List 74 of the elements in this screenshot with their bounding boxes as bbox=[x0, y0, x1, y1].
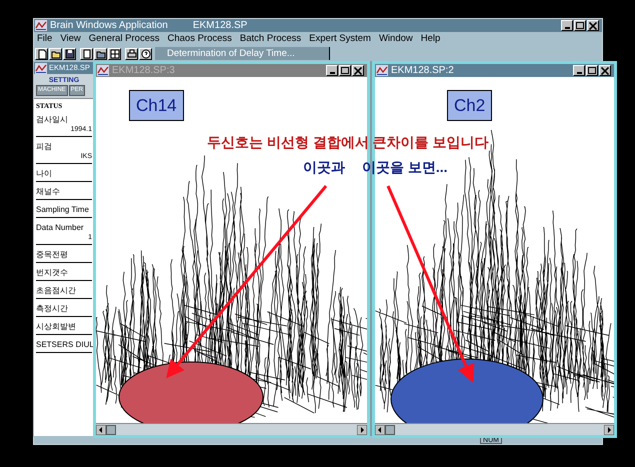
maximize-button[interactable] bbox=[586, 65, 598, 76]
toolbar-button[interactable] bbox=[35, 48, 48, 60]
horizontal-scrollbar[interactable] bbox=[375, 423, 614, 435]
menu-item[interactable]: Chaos Process bbox=[168, 34, 232, 44]
toolbar-button[interactable] bbox=[108, 48, 121, 60]
save-icon bbox=[64, 48, 74, 58]
window-title: EKM128.SP:2 bbox=[391, 66, 454, 76]
annotation-note: 이곳을 보면... bbox=[362, 160, 448, 174]
close-button[interactable] bbox=[587, 20, 599, 31]
window-icon bbox=[35, 62, 47, 74]
channel-label: Ch2 bbox=[447, 90, 492, 121]
window-icon bbox=[97, 65, 109, 76]
minimize-button[interactable] bbox=[326, 65, 338, 76]
maximize-icon bbox=[341, 67, 349, 74]
window-icon bbox=[376, 65, 388, 76]
new-file-icon bbox=[36, 48, 46, 58]
close-icon bbox=[601, 66, 609, 74]
toolbar-button[interactable] bbox=[49, 48, 62, 60]
field-label: 피검 bbox=[36, 141, 53, 152]
minimize-button[interactable] bbox=[561, 20, 573, 31]
toolbar-button[interactable] bbox=[63, 48, 76, 60]
toolbar-button[interactable] bbox=[139, 48, 152, 60]
field-label: 중목전평 bbox=[36, 249, 69, 260]
scroll-left-icon bbox=[375, 424, 385, 434]
toolbar-button[interactable] bbox=[125, 48, 138, 60]
window-icon bbox=[35, 20, 47, 31]
maximize-button[interactable] bbox=[574, 20, 586, 31]
annotation-note: 이곳과 bbox=[303, 160, 345, 174]
maximize-button[interactable] bbox=[339, 65, 351, 76]
horizontal-scrollbar[interactable] bbox=[96, 423, 367, 435]
toolbar-button[interactable] bbox=[80, 48, 93, 60]
document-name: EKM128.SP bbox=[192, 20, 248, 30]
minimize-button[interactable] bbox=[573, 65, 585, 76]
window-titlebar[interactable]: EKM128.SP:2 bbox=[375, 64, 614, 77]
field-label: 나이 bbox=[36, 168, 53, 179]
field-label: 시상회발변 bbox=[36, 321, 77, 332]
toolbar-button[interactable] bbox=[94, 48, 107, 60]
field-label: Data Number bbox=[36, 222, 85, 233]
field-label: 번지갯수 bbox=[36, 267, 69, 278]
close-icon bbox=[589, 22, 597, 30]
close-button[interactable] bbox=[352, 65, 364, 76]
grid-icon bbox=[110, 48, 120, 58]
scroll-thumb[interactable] bbox=[106, 424, 116, 434]
menu-item[interactable]: Expert System bbox=[309, 34, 371, 44]
scroll-thumb[interactable] bbox=[385, 424, 395, 434]
maximize-icon bbox=[588, 67, 596, 74]
field-label: 채널수 bbox=[36, 186, 61, 197]
field-label: Sampling Time bbox=[36, 204, 90, 215]
window-title: Brain Windows Application bbox=[50, 20, 168, 30]
folder-icon bbox=[96, 48, 106, 58]
close-icon bbox=[354, 66, 362, 74]
field-label: 초음점시간 bbox=[36, 285, 77, 296]
minimize-icon bbox=[330, 72, 334, 74]
scroll-right-icon bbox=[604, 424, 614, 434]
help-icon bbox=[140, 48, 150, 58]
maximize-icon bbox=[576, 22, 584, 29]
minimize-icon bbox=[576, 72, 582, 74]
printer-icon bbox=[126, 48, 136, 58]
menu-item[interactable]: Batch Process bbox=[240, 34, 302, 44]
menu-item[interactable]: File bbox=[37, 34, 52, 44]
field-label: SETSERS DIUL bbox=[36, 339, 92, 350]
scroll-right-icon bbox=[357, 424, 367, 434]
scroll-left-icon bbox=[96, 424, 106, 434]
menu-item[interactable]: View bbox=[60, 34, 81, 44]
field-label: 검사일시 bbox=[36, 114, 69, 125]
close-button[interactable] bbox=[599, 65, 611, 76]
menu-item[interactable]: Help bbox=[420, 34, 440, 44]
menu-item[interactable]: Window bbox=[378, 34, 413, 44]
field-label: 측정시간 bbox=[36, 303, 69, 314]
minimize-icon bbox=[564, 26, 570, 28]
window-title: EKM128.SP:3 bbox=[112, 66, 175, 76]
open-folder-icon bbox=[50, 48, 60, 58]
menu-item[interactable]: General Process bbox=[88, 34, 160, 44]
channel-label: Ch14 bbox=[129, 90, 184, 121]
